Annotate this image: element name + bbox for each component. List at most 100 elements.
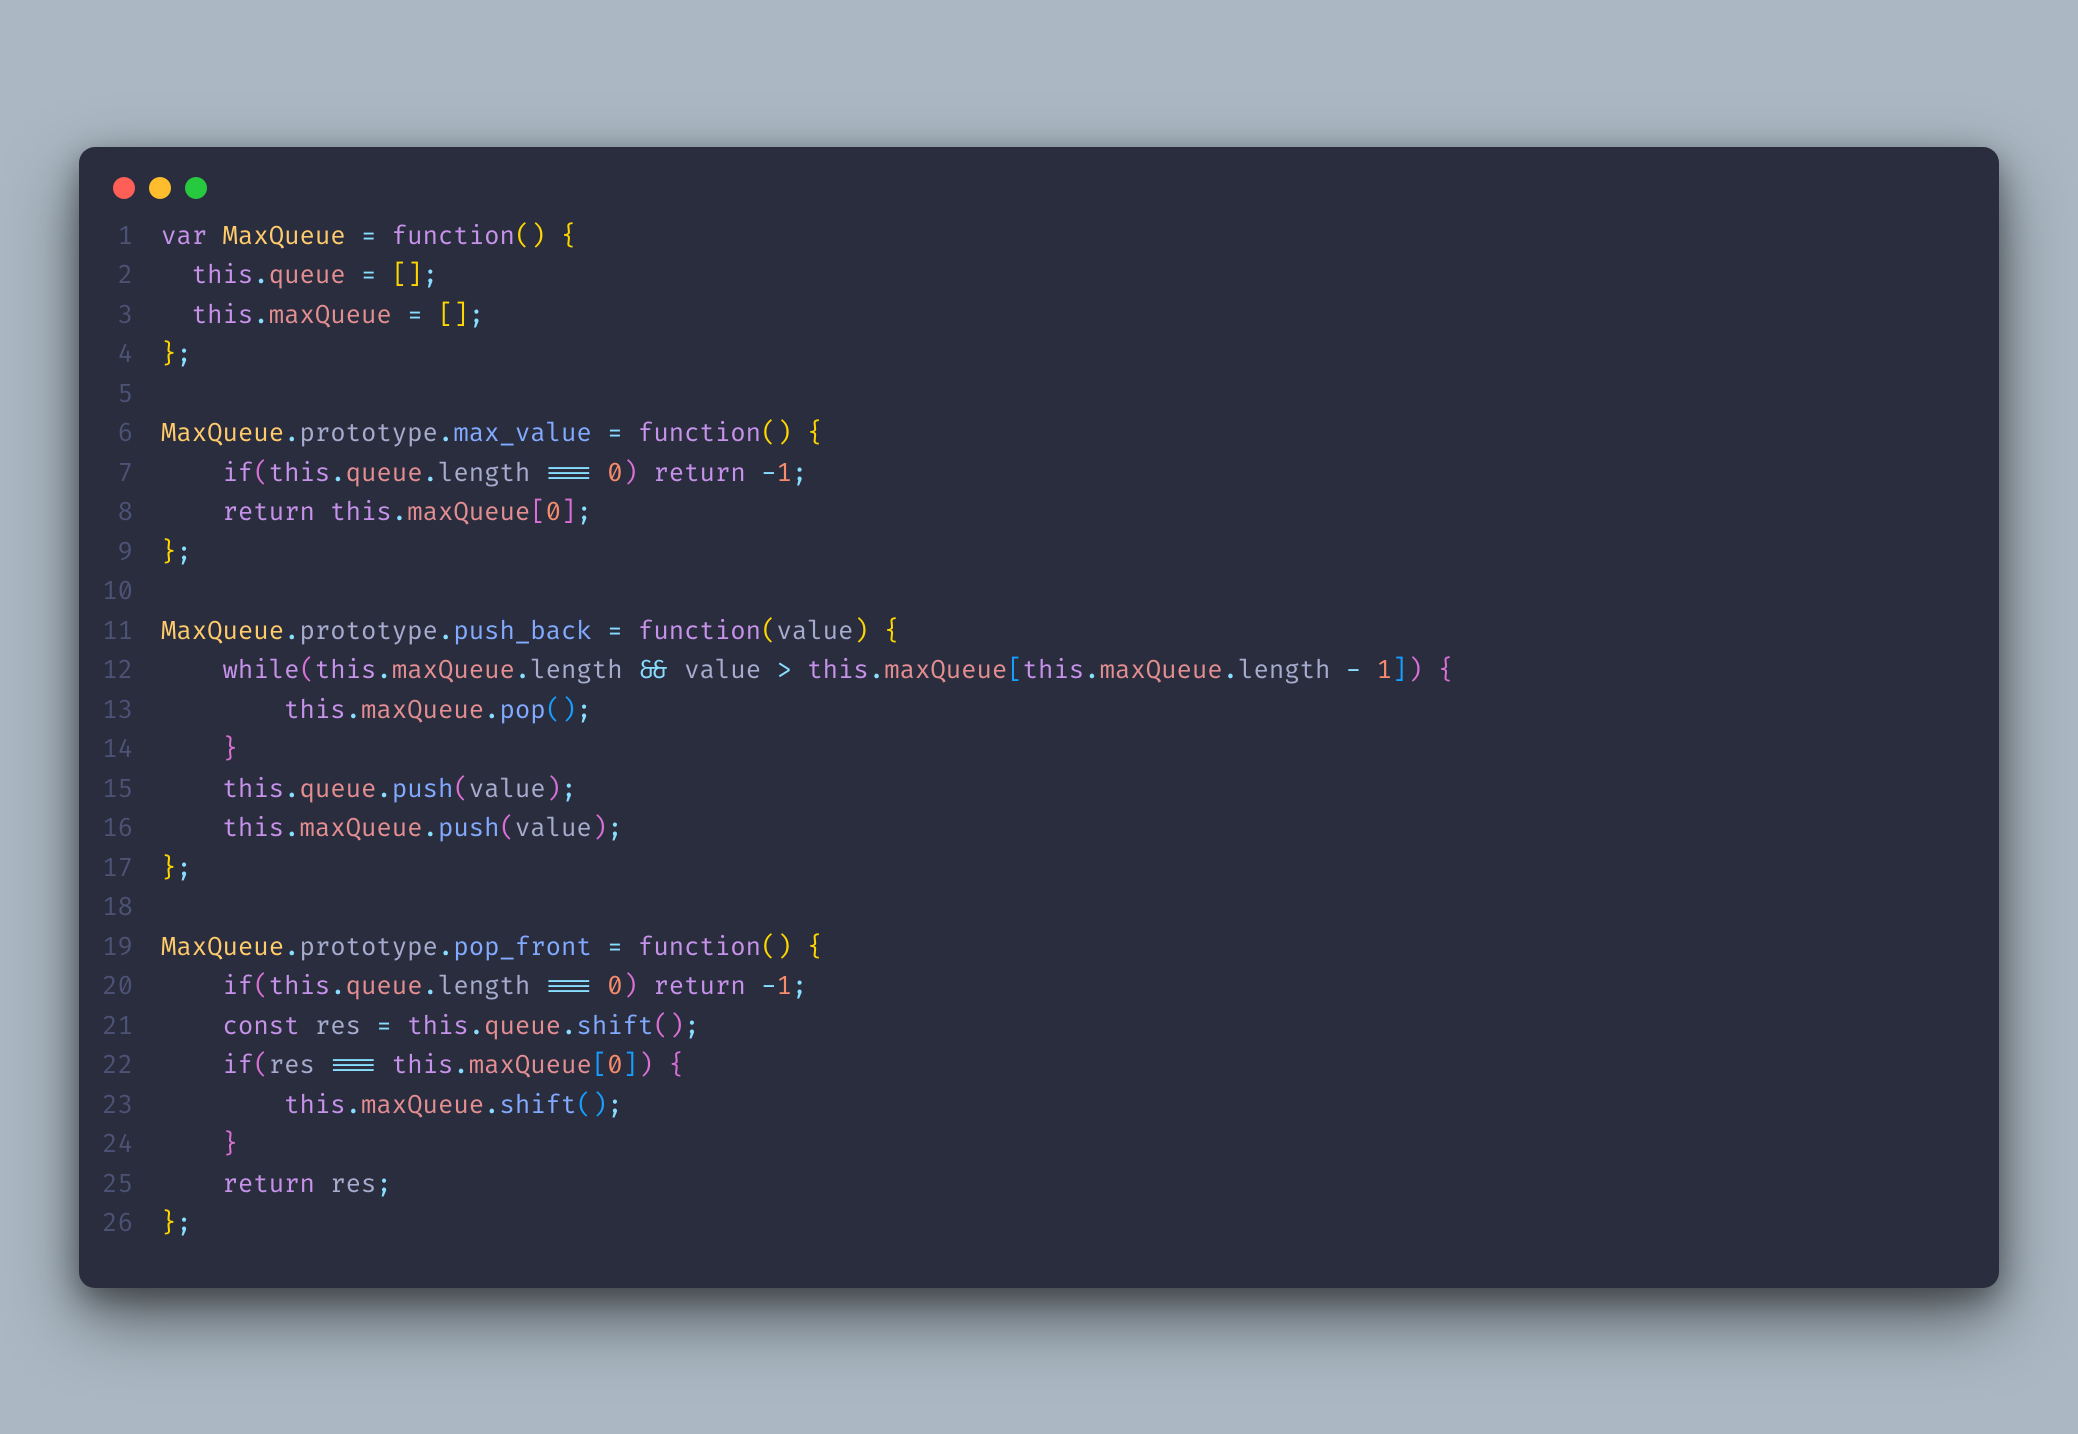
- token-br2: }: [223, 1129, 238, 1160]
- code-line[interactable]: 13 this.maxQueue.pop();: [79, 691, 1965, 731]
- code-line[interactable]: 16 this.maxQueue.push(value);: [79, 809, 1965, 849]
- code-line[interactable]: 10: [79, 572, 1965, 612]
- token-par: res: [315, 1011, 361, 1042]
- code-line[interactable]: 12 while(this.maxQueue.length && value >…: [79, 651, 1965, 691]
- token-pl: [746, 971, 761, 1002]
- line-number: 12: [79, 651, 161, 691]
- code-content[interactable]: this.maxQueue.push(value);: [161, 809, 623, 849]
- token-pn: .: [346, 695, 361, 726]
- token-kw: while: [223, 655, 300, 686]
- code-line[interactable]: 9};: [79, 533, 1965, 573]
- code-content[interactable]: this.queue.push(value);: [161, 770, 576, 810]
- code-line[interactable]: 11MaxQueue.prototype.push_back = functio…: [79, 612, 1965, 652]
- token-id: MaxQueue: [161, 616, 284, 647]
- token-br2: (: [253, 1050, 268, 1081]
- code-content[interactable]: }: [161, 730, 238, 770]
- token-pl: [423, 300, 438, 331]
- token-pl: [761, 655, 776, 686]
- code-line[interactable]: 23 this.maxQueue.shift();: [79, 1086, 1965, 1126]
- code-line[interactable]: 5: [79, 375, 1965, 415]
- code-content[interactable]: [161, 888, 176, 928]
- code-line[interactable]: 4};: [79, 335, 1965, 375]
- code-content[interactable]: };: [161, 1204, 192, 1244]
- code-line[interactable]: 22 if(res === this.maxQueue[0]) {: [79, 1046, 1965, 1086]
- code-line[interactable]: 8 return this.maxQueue[0];: [79, 493, 1965, 533]
- code-content[interactable]: };: [161, 849, 192, 889]
- code-line[interactable]: 17};: [79, 849, 1965, 889]
- code-line[interactable]: 25 return res;: [79, 1165, 1965, 1205]
- token-kw: this: [315, 655, 377, 686]
- code-line[interactable]: 6MaxQueue.prototype.max_value = function…: [79, 414, 1965, 454]
- code-content[interactable]: MaxQueue.prototype.max_value = function(…: [161, 414, 823, 454]
- token-prop: maxQueue: [1100, 655, 1223, 686]
- token-pl: [161, 774, 223, 805]
- code-content[interactable]: this.maxQueue = [];: [161, 296, 484, 336]
- code-content[interactable]: if(this.queue.length === 0) return -1;: [161, 454, 807, 494]
- code-content[interactable]: this.maxQueue.pop();: [161, 691, 592, 731]
- token-pn: .: [284, 418, 299, 449]
- token-kw: this: [269, 458, 331, 489]
- token-pn: .: [453, 1050, 468, 1081]
- code-line[interactable]: 26};: [79, 1204, 1965, 1244]
- code-content[interactable]: this.maxQueue.shift();: [161, 1086, 623, 1126]
- code-content[interactable]: while(this.maxQueue.length && value > th…: [161, 651, 1454, 691]
- code-content[interactable]: };: [161, 335, 192, 375]
- token-op: =: [607, 932, 622, 963]
- token-op: -: [761, 971, 776, 1002]
- code-content[interactable]: const res = this.queue.shift();: [161, 1007, 700, 1047]
- token-kw: this: [223, 813, 285, 844]
- code-content[interactable]: if(res === this.maxQueue[0]) {: [161, 1046, 684, 1086]
- token-br: {: [807, 418, 822, 449]
- token-prop: maxQueue: [884, 655, 1007, 686]
- code-line[interactable]: 24 }: [79, 1125, 1965, 1165]
- code-content[interactable]: if(this.queue.length === 0) return -1;: [161, 967, 807, 1007]
- code-content[interactable]: };: [161, 533, 192, 573]
- line-number: 16: [79, 809, 161, 849]
- token-pn: .: [284, 932, 299, 963]
- code-line[interactable]: 18: [79, 888, 1965, 928]
- token-pl: [623, 616, 638, 647]
- token-pn: ;: [576, 497, 591, 528]
- token-pn: ;: [423, 260, 438, 291]
- token-pl: [1423, 655, 1438, 686]
- code-content[interactable]: [161, 572, 176, 612]
- token-pn: ;: [469, 300, 484, 331]
- code-line[interactable]: 3 this.maxQueue = [];: [79, 296, 1965, 336]
- line-number: 14: [79, 730, 161, 770]
- code-line[interactable]: 1var MaxQueue = function() {: [79, 217, 1965, 257]
- code-content[interactable]: MaxQueue.prototype.pop_front = function(…: [161, 928, 823, 968]
- code-content[interactable]: MaxQueue.prototype.push_back = function(…: [161, 612, 900, 652]
- code-content[interactable]: return this.maxQueue[0];: [161, 493, 592, 533]
- token-pl: [161, 1129, 223, 1160]
- token-pl: [669, 655, 684, 686]
- code-content[interactable]: var MaxQueue = function() {: [161, 217, 576, 257]
- token-op: =: [361, 221, 376, 252]
- token-pn: ;: [792, 458, 807, 489]
- code-content[interactable]: this.queue = [];: [161, 256, 438, 296]
- close-icon[interactable]: [113, 177, 135, 199]
- code-line[interactable]: 15 this.queue.push(value);: [79, 770, 1965, 810]
- token-par: res: [330, 1169, 376, 1200]
- minimize-icon[interactable]: [149, 177, 171, 199]
- token-pl: [592, 932, 607, 963]
- code-line[interactable]: 2 this.queue = [];: [79, 256, 1965, 296]
- maximize-icon[interactable]: [185, 177, 207, 199]
- line-number: 6: [79, 414, 161, 454]
- token-prop: queue: [346, 971, 423, 1002]
- token-pn: .: [869, 655, 884, 686]
- token-num: 1: [777, 458, 792, 489]
- code-line[interactable]: 19MaxQueue.prototype.pop_front = functio…: [79, 928, 1965, 968]
- code-line[interactable]: 7 if(this.queue.length === 0) return -1;: [79, 454, 1965, 494]
- token-pn: .: [515, 655, 530, 686]
- code-content[interactable]: }: [161, 1125, 238, 1165]
- code-editor[interactable]: 1var MaxQueue = function() {2 this.queue…: [79, 207, 1999, 1254]
- code-content[interactable]: return res;: [161, 1165, 392, 1205]
- token-fn: pop: [499, 695, 545, 726]
- code-line[interactable]: 14 }: [79, 730, 1965, 770]
- token-pn: ;: [176, 537, 191, 568]
- code-line[interactable]: 20 if(this.queue.length === 0) return -1…: [79, 967, 1965, 1007]
- code-content[interactable]: [161, 375, 176, 415]
- token-pn: ;: [561, 774, 576, 805]
- code-line[interactable]: 21 const res = this.queue.shift();: [79, 1007, 1965, 1047]
- token-br2: ): [546, 774, 561, 805]
